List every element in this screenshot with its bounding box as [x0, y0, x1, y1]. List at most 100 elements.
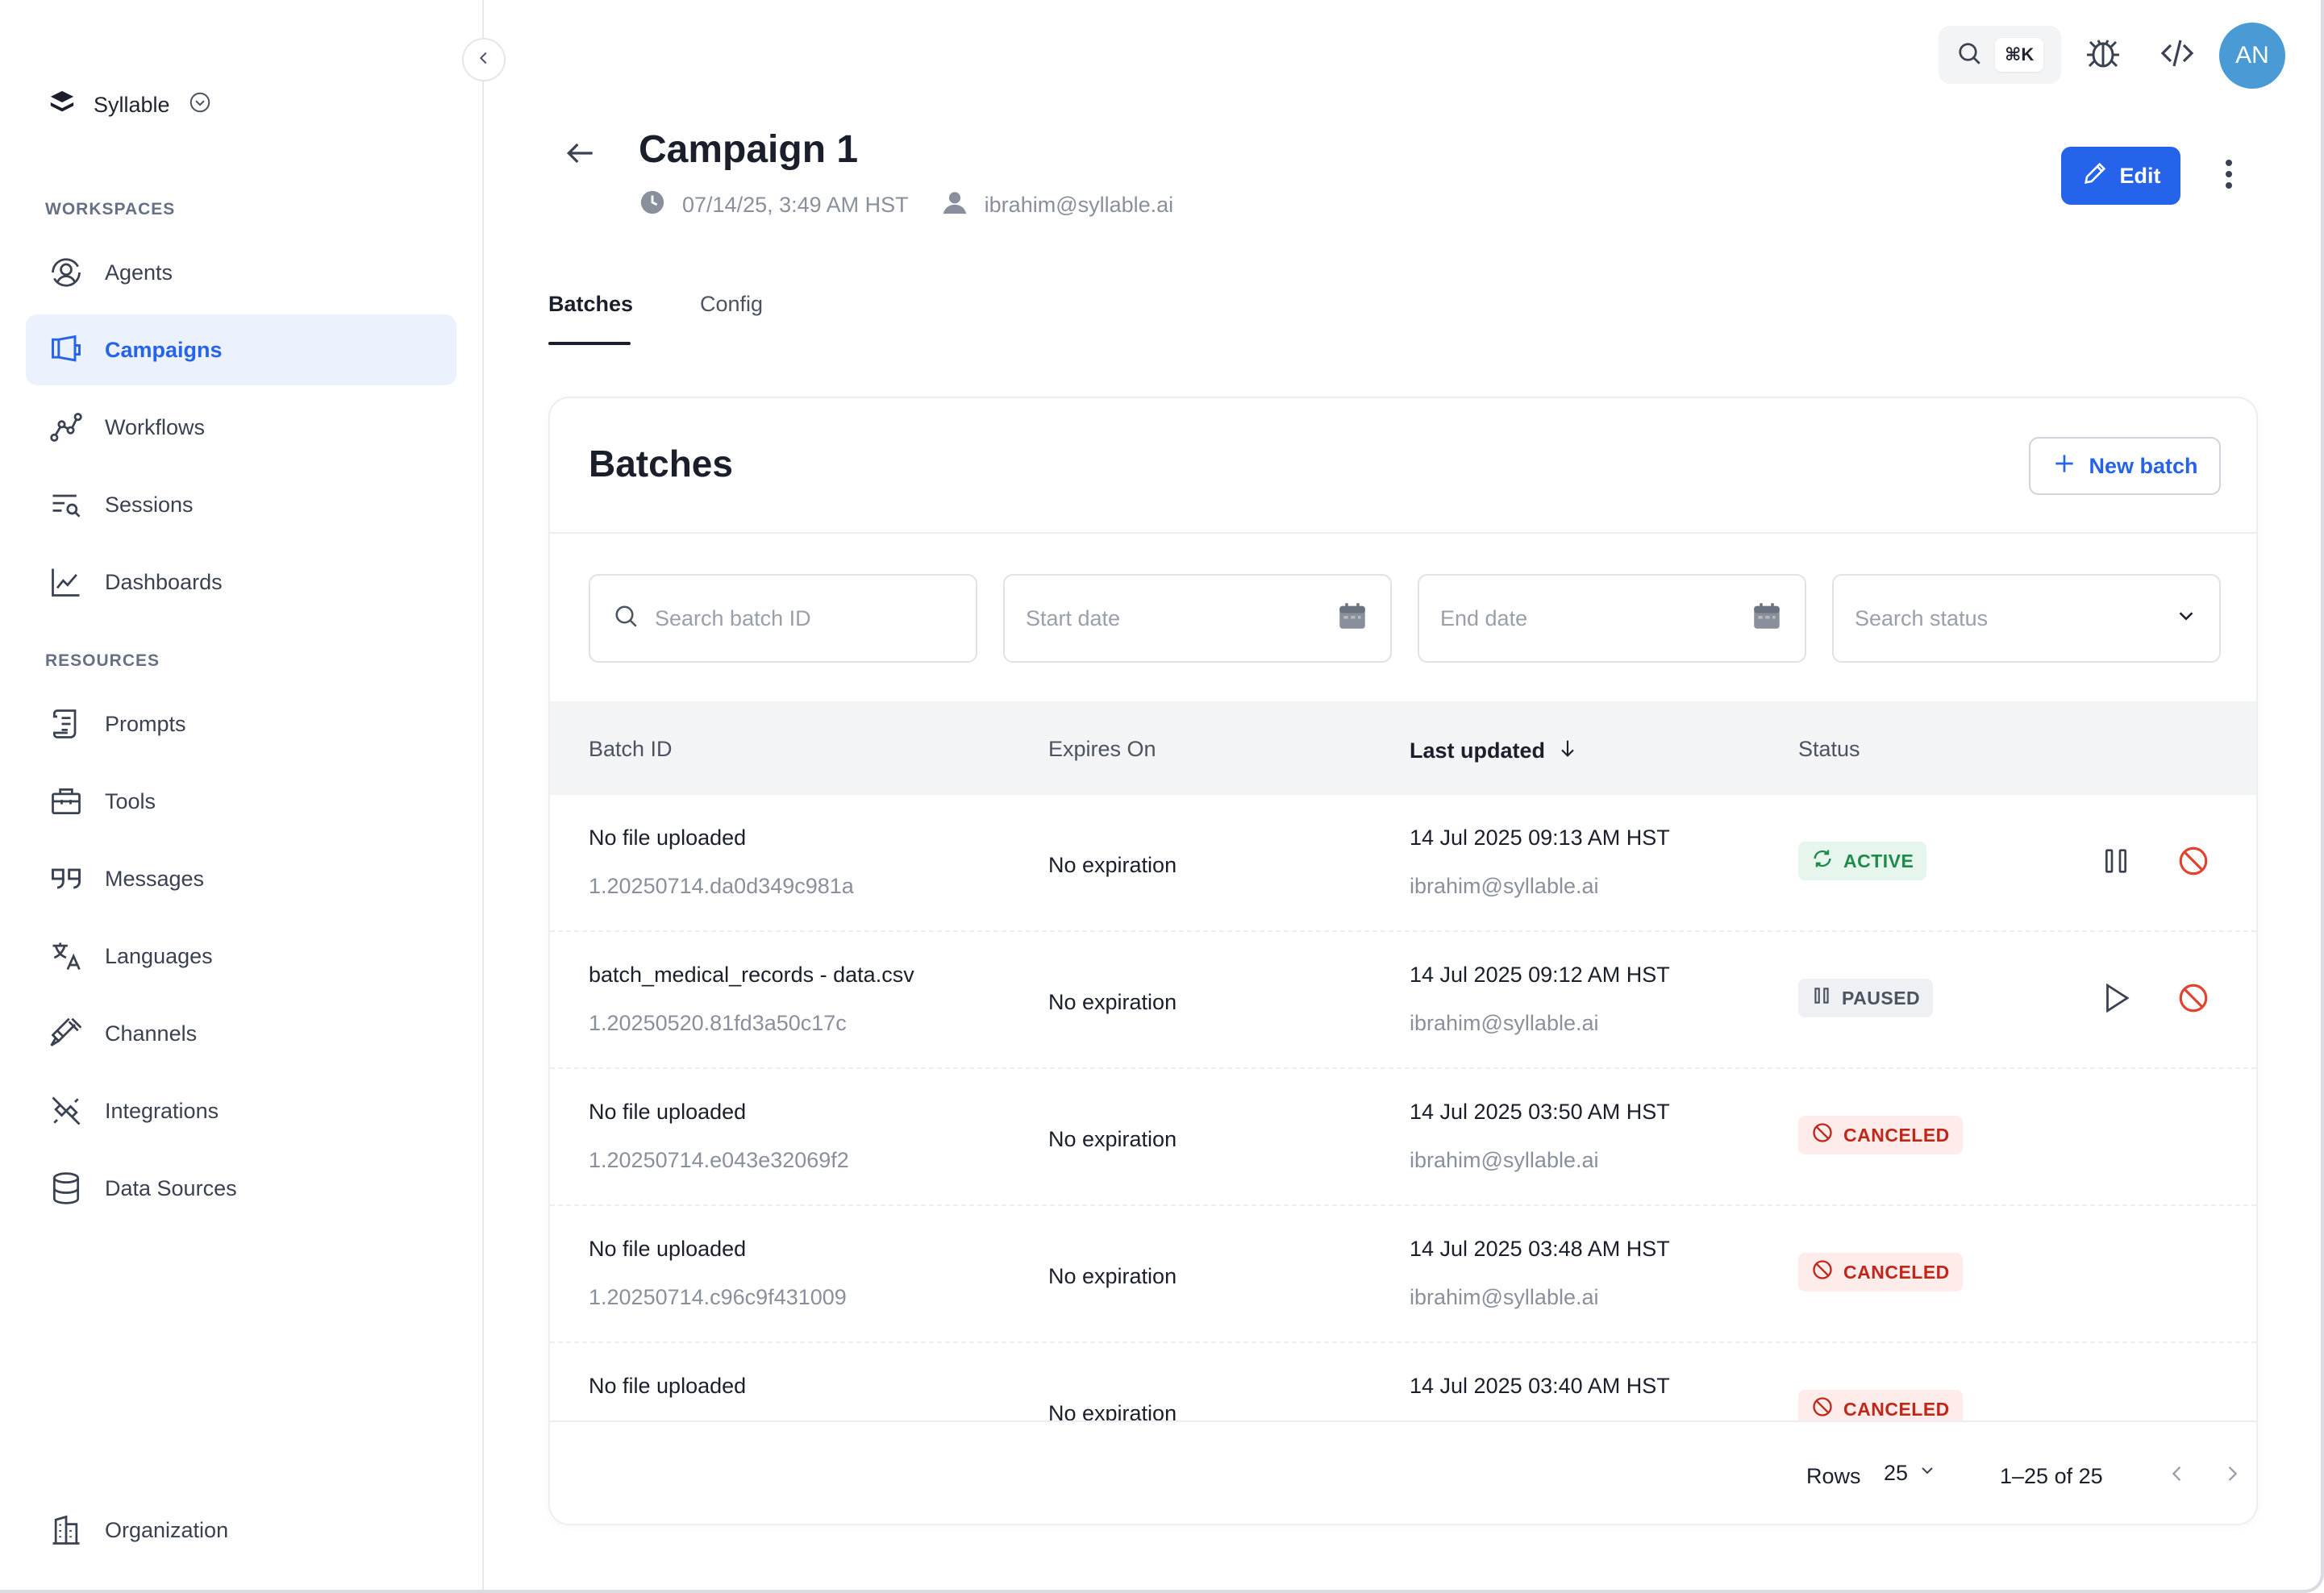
new-batch-button[interactable]: New batch: [2029, 437, 2221, 495]
next-page-button[interactable]: [2214, 1458, 2250, 1493]
edit-button[interactable]: Edit: [2061, 147, 2180, 205]
tab-config[interactable]: Config: [700, 292, 763, 317]
calendar-icon[interactable]: [1750, 599, 1784, 638]
sidebar-item-organization[interactable]: Organization: [26, 1495, 456, 1566]
chevron-down-icon: [2174, 604, 2198, 634]
language-icon: [47, 937, 85, 975]
back-button[interactable]: [556, 132, 605, 177]
batch-name: No file uploaded: [589, 826, 747, 850]
batch-id: 1.20250520.81fd3a50c17c: [589, 1011, 847, 1035]
search-batch-input[interactable]: Search batch ID: [589, 574, 977, 663]
table-row[interactable]: batch_medical_records - data.csv 1.20250…: [550, 932, 2256, 1069]
status-label: CANCELED: [1843, 1398, 1950, 1420]
sidebar-item-label: Channels: [105, 1021, 198, 1046]
pause-batch-button[interactable]: [2093, 840, 2139, 885]
chevron-right-icon: [2221, 1462, 2243, 1489]
batch-expiration: No expiration: [1048, 990, 1177, 1014]
building-icon: [47, 1511, 85, 1549]
calendar-icon[interactable]: [1335, 599, 1369, 638]
sidebar-item-integrations[interactable]: Integrations: [26, 1075, 456, 1146]
start-date-input[interactable]: Start date: [1003, 574, 1392, 663]
sidebar-item-messages[interactable]: Messages: [26, 843, 456, 914]
sidebar-item-tools[interactable]: Tools: [26, 766, 456, 837]
sidebar-item-label: Languages: [105, 943, 213, 968]
sidebar-item-label: Organization: [105, 1517, 229, 1542]
section-label-workspaces: WORKSPACES: [45, 200, 176, 218]
global-search-button[interactable]: ⌘K: [1939, 26, 2061, 84]
column-expires-on[interactable]: Expires On: [1048, 737, 1156, 762]
chevron-down-icon: [1918, 1461, 1937, 1486]
sidebar-item-campaigns[interactable]: Campaigns: [26, 314, 456, 385]
status-label: CANCELED: [1843, 1261, 1950, 1283]
sidebar-item-label: Workflows: [105, 414, 206, 439]
sidebar-item-sessions[interactable]: Sessions: [26, 469, 456, 540]
sidebar-item-label: Tools: [105, 788, 156, 813]
debug-button[interactable]: [2080, 32, 2126, 77]
search-icon: [611, 601, 640, 636]
brand-switcher[interactable]: Syllable: [48, 84, 212, 126]
status-badge: CANCELED: [1798, 1253, 1963, 1291]
sidebar-item-label: Messages: [105, 866, 205, 891]
quote-icon: [47, 859, 85, 898]
tab-batches[interactable]: Batches: [548, 292, 633, 317]
sidebar-item-prompts[interactable]: Prompts: [26, 688, 456, 759]
status-badge: ACTIVE: [1798, 842, 1927, 880]
code-icon: [2158, 34, 2197, 77]
card-divider: [550, 532, 2256, 534]
batch-updated-by: ibrahim@syllable.ai: [1410, 1011, 1599, 1035]
arrow-down-icon: [1556, 737, 1579, 765]
resume-batch-button[interactable]: [2093, 977, 2139, 1022]
collapse-sidebar-button[interactable]: [462, 38, 506, 81]
list-search-icon: [47, 485, 85, 524]
previous-page-button[interactable]: [2159, 1458, 2195, 1493]
table-row[interactable]: No file uploaded 1.20250714.e043e32069f2…: [550, 1069, 2256, 1206]
sidebar-item-languages[interactable]: Languages: [26, 921, 456, 992]
campaign-timestamp: 07/14/25, 3:49 AM HST: [682, 193, 909, 217]
batch-updated-by: ibrahim@syllable.ai: [1410, 1285, 1599, 1309]
table-row[interactable]: No file uploaded 1.20250714.c96c9f431009…: [550, 1206, 2256, 1343]
sidebar-item-dashboards[interactable]: Dashboards: [26, 547, 456, 618]
card-title: Batches: [589, 443, 733, 485]
sidebar-item-label: Agents: [105, 260, 173, 285]
user-avatar[interactable]: AN: [2219, 23, 2285, 89]
status-placeholder: Search status: [1855, 605, 1989, 630]
active-tab-indicator: [548, 342, 631, 345]
table-row[interactable]: No file uploaded 1.20250714.da0d349c981a…: [550, 795, 2256, 932]
column-last-updated-label: Last updated: [1410, 738, 1546, 763]
cancel-batch-button[interactable]: [2171, 977, 2216, 1022]
column-status[interactable]: Status: [1798, 737, 1860, 762]
batch-name: No file uploaded: [589, 1374, 747, 1398]
end-date-input[interactable]: End date: [1418, 574, 1806, 663]
chevron-down-circle-icon[interactable]: [188, 90, 212, 120]
more-options-button[interactable]: [2209, 155, 2248, 197]
batch-updated-by: ibrahim@syllable.ai: [1410, 874, 1599, 898]
status-select[interactable]: Search status: [1832, 574, 2221, 663]
bug-icon: [2084, 34, 2122, 77]
sidebar: Syllable WORKSPACES Agents Campaigns Wor…: [0, 0, 484, 1590]
new-batch-label: New batch: [2089, 453, 2198, 478]
column-last-updated[interactable]: Last updated: [1410, 737, 1579, 765]
batch-expiration: No expiration: [1048, 1127, 1177, 1151]
sidebar-item-channels[interactable]: Channels: [26, 998, 456, 1069]
batch-name: batch_medical_records - data.csv: [589, 963, 914, 987]
batch-updated: 14 Jul 2025 03:40 AM HST: [1410, 1374, 1670, 1398]
cancel-batch-button[interactable]: [2171, 840, 2216, 885]
sidebar-item-label: Data Sources: [105, 1175, 237, 1200]
workflow-icon: [47, 408, 85, 447]
batch-expiration: No expiration: [1048, 1264, 1177, 1288]
sidebar-item-workflows[interactable]: Workflows: [26, 392, 456, 463]
agents-icon: [47, 253, 85, 292]
ban-icon: [2176, 981, 2210, 1019]
sidebar-item-data-sources[interactable]: Data Sources: [26, 1153, 456, 1224]
search-batch-placeholder: Search batch ID: [655, 605, 811, 630]
batch-updated: 14 Jul 2025 03:48 AM HST: [1410, 1237, 1670, 1261]
toolbox-icon: [47, 782, 85, 821]
search-shortcut-badge: ⌘K: [1995, 38, 2044, 72]
developer-button[interactable]: [2155, 32, 2200, 77]
megaphone-icon: [47, 331, 85, 369]
chevron-left-icon: [2166, 1462, 2189, 1489]
sidebar-item-agents[interactable]: Agents: [26, 237, 456, 308]
column-batch-id[interactable]: Batch ID: [589, 737, 673, 762]
rows-per-page-value: 25: [1884, 1461, 1909, 1485]
rows-per-page-select[interactable]: 25: [1884, 1461, 1937, 1486]
